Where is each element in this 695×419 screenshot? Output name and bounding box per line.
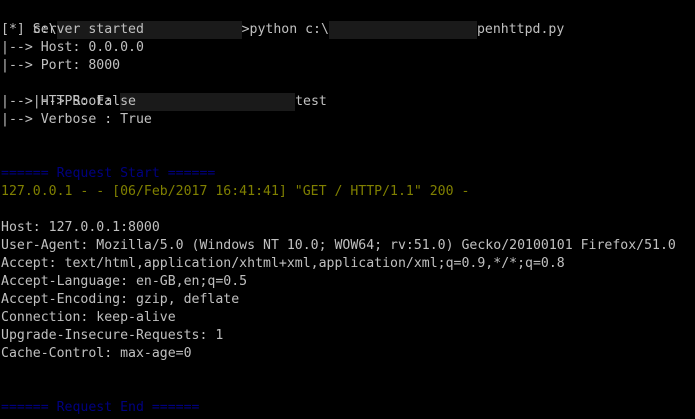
request-start-separator: ====== Request Start ======: [1, 166, 216, 181]
server-started-line: [*] Server started: [1, 22, 144, 37]
host-line: |--> Host: 0.0.0.0: [1, 40, 144, 55]
verbose-line: |--> Verbose : True: [1, 112, 152, 127]
console-window[interactable]: c:\ >python c:\ penhttpd.py [*] Server sta…: [0, 0, 695, 419]
cmd-middle: >python c:\: [241, 22, 329, 37]
header-line: Cache-Control: max-age=0: [1, 346, 192, 361]
redacted-path: [328, 21, 477, 39]
redacted-path: [120, 93, 296, 111]
request-end-separator: ====== Request End ======: [1, 400, 200, 415]
https-line: |--> HTTPS: False: [1, 94, 136, 109]
root-line: |--> Root: test: [1, 75, 327, 111]
cmd-suffix: penhttpd.py: [476, 22, 565, 37]
header-line: Accept: text/html,application/xhtml+xml,…: [1, 256, 565, 271]
header-line: User-Agent: Mozilla/5.0 (Windows NT 10.0…: [1, 238, 676, 253]
header-line: Host: 127.0.0.1:8000: [1, 220, 160, 235]
header-line: Accept-Language: en-GB,en;q=0.5: [1, 274, 248, 289]
command-line: c:\ >python c:\ penhttpd.py: [1, 3, 564, 39]
header-line: Connection: keep-alive: [1, 310, 176, 325]
header-line: Accept-Encoding: gzip, deflate: [1, 292, 240, 307]
header-line: Upgrade-Insecure-Requests: 1: [1, 328, 224, 343]
port-line: |--> Port: 8000: [1, 58, 121, 73]
root-suffix: test: [295, 94, 327, 109]
access-log-line: 127.0.0.1 - - [06/Feb/2017 16:41:41] "GE…: [1, 184, 470, 199]
